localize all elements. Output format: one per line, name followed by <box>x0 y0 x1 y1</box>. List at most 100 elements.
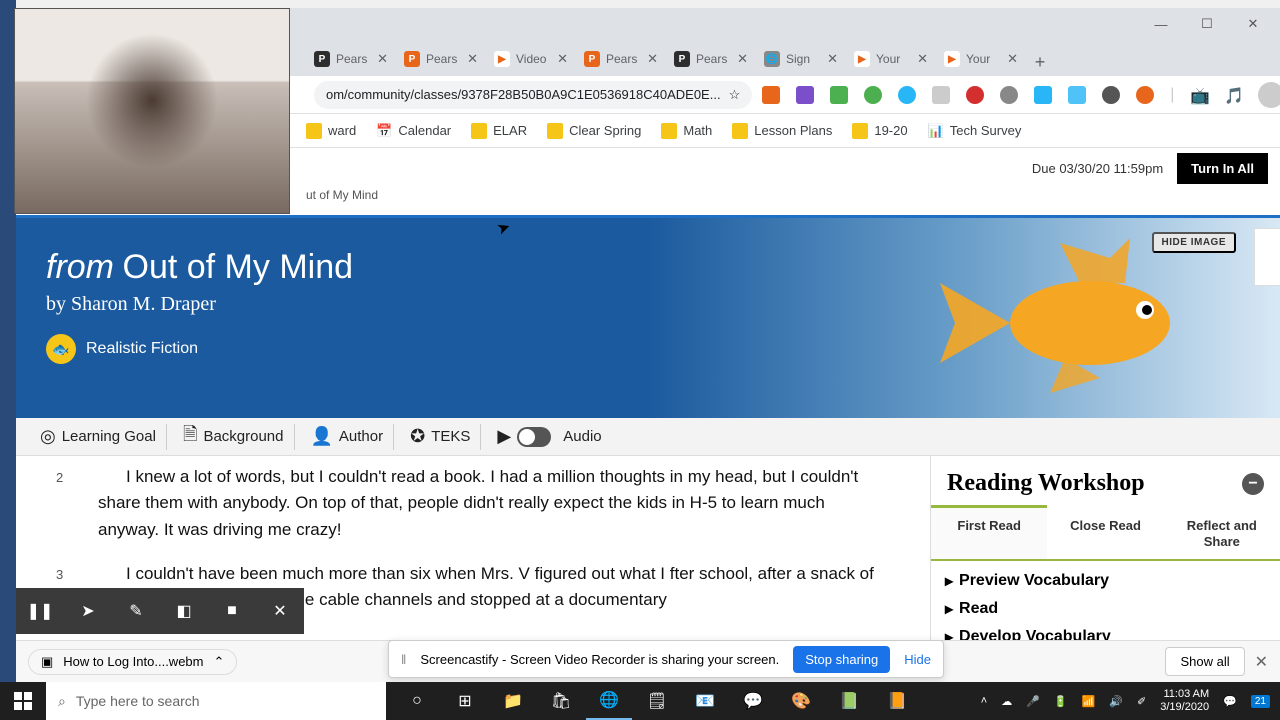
sticky-notes-icon[interactable]: 🗒 <box>634 682 680 720</box>
sidebar-list-item[interactable]: ▸Read <box>931 595 1280 623</box>
star-icon[interactable]: ☆ <box>729 87 741 103</box>
tab-close-icon[interactable]: ✕ <box>557 51 568 67</box>
bookmark-item[interactable]: 19-20 <box>852 123 907 139</box>
collapse-icon[interactable]: − <box>1242 473 1264 495</box>
browser-tab[interactable]: ▶Your✕ <box>846 42 936 76</box>
browser-tab[interactable]: ▶Video✕ <box>486 42 576 76</box>
stop-sharing-button[interactable]: Stop sharing <box>793 646 890 673</box>
action-center-icon[interactable]: 💬 <box>1223 695 1237 708</box>
tab-close-icon[interactable]: ✕ <box>467 51 478 67</box>
profile-avatar[interactable] <box>1258 82 1280 108</box>
onedrive-icon[interactable]: ☁ <box>1001 695 1012 708</box>
ext-icon[interactable] <box>966 86 984 104</box>
ext-icon[interactable] <box>1068 86 1086 104</box>
tab-close-icon[interactable]: ✕ <box>917 51 928 67</box>
sidebar-list-item[interactable]: ▸Preview Vocabulary <box>931 567 1280 595</box>
tab-label: Sign <box>786 52 810 66</box>
cortana-icon[interactable]: ○ <box>394 682 440 720</box>
share-pause-icon: ‖ <box>401 652 406 667</box>
turn-in-button[interactable]: Turn In All <box>1177 153 1268 184</box>
ext-icon[interactable] <box>1034 86 1052 104</box>
tab-close-icon[interactable]: ✕ <box>647 51 658 67</box>
window-maximize[interactable]: ☐ <box>1184 9 1230 39</box>
camera-icon[interactable]: ■ <box>208 588 256 634</box>
ext-icon[interactable] <box>1136 86 1154 104</box>
menu-button[interactable]: ☰ Menu <box>1254 228 1280 286</box>
eraser-icon[interactable]: ◧ <box>160 588 208 634</box>
powerpoint-icon[interactable]: 📙 <box>874 682 920 720</box>
battery-icon[interactable]: 🔋 <box>1054 695 1068 708</box>
cast-icon[interactable]: 📺 <box>1190 86 1208 104</box>
excel-icon[interactable]: 📗 <box>826 682 872 720</box>
toolbar-item[interactable]: ✪TEKS <box>400 424 481 450</box>
tab-close-icon[interactable]: ✕ <box>1007 51 1018 67</box>
toolbar-item[interactable]: ▶Audio <box>487 424 611 450</box>
tab-favicon: P <box>314 51 330 67</box>
toolbar-item[interactable]: ◎Learning Goal <box>30 424 167 450</box>
taskbar-search[interactable]: ⌕ Type here to search <box>46 682 386 720</box>
start-button[interactable] <box>0 682 46 720</box>
tray-chevron-icon[interactable]: ˄ <box>981 695 987 707</box>
outlook-icon[interactable]: 📧 <box>682 682 728 720</box>
chrome-icon[interactable]: 🌐 <box>586 682 632 720</box>
toolbar-item[interactable]: 🗎Background <box>173 424 295 450</box>
pen-icon[interactable]: ✎ <box>112 588 160 634</box>
tab-close-icon[interactable]: ✕ <box>827 51 838 67</box>
ext-icon[interactable] <box>830 86 848 104</box>
ext-icon[interactable] <box>932 86 950 104</box>
webcam-overlay[interactable] <box>14 8 290 214</box>
mic-icon[interactable]: 🎤 <box>1026 695 1040 708</box>
window-close[interactable]: ✕ <box>1230 9 1276 39</box>
ext-icon[interactable] <box>796 86 814 104</box>
explorer-icon[interactable]: 📁 <box>490 682 536 720</box>
hide-banner-button[interactable]: Hide <box>904 652 931 667</box>
close-icon[interactable]: ✕ <box>256 588 304 634</box>
new-tab-button[interactable]: + <box>1026 48 1054 76</box>
tab-close-icon[interactable]: ✕ <box>737 51 748 67</box>
bookmark-item[interactable]: ELAR <box>471 123 527 139</box>
browser-tab[interactable]: 🌐 Sign ✕ <box>756 42 846 76</box>
ext-icon[interactable] <box>898 86 916 104</box>
bookmark-item[interactable]: Math <box>661 123 712 139</box>
browser-tab[interactable]: PPears✕ <box>576 42 666 76</box>
paint-icon[interactable]: 🎨 <box>778 682 824 720</box>
bookmark-item[interactable]: Lesson Plans <box>732 123 832 139</box>
ext-icon[interactable] <box>1102 86 1120 104</box>
sidebar-tab[interactable]: First Read <box>931 505 1047 559</box>
sidebar-tab[interactable]: Reflect and Share <box>1164 505 1280 559</box>
skype-icon[interactable]: 💬 <box>730 682 776 720</box>
volume-icon[interactable]: 🔊 <box>1109 695 1123 708</box>
pause-icon[interactable]: ❚❚ <box>16 588 64 634</box>
ext-icon[interactable] <box>864 86 882 104</box>
browser-tab[interactable]: PPears✕ <box>396 42 486 76</box>
close-downloads-bar[interactable]: ✕ <box>1255 652 1268 672</box>
ext-icon[interactable] <box>1000 86 1018 104</box>
taskbar-clock[interactable]: 11:03 AM3/19/2020 <box>1160 688 1209 714</box>
store-icon[interactable]: 🛍 <box>538 682 584 720</box>
address-bar[interactable]: om/community/classes/9378F28B50B0A9C1E05… <box>314 81 752 109</box>
ext-icon[interactable] <box>762 86 780 104</box>
download-item[interactable]: ▣ How to Log Into....webm ⌃ <box>28 649 237 675</box>
browser-tab[interactable]: PPears✕ <box>666 42 756 76</box>
browser-tab[interactable]: PPears✕ <box>306 42 396 76</box>
pen-tray-icon[interactable]: ✐ <box>1137 695 1146 708</box>
bookmark-item[interactable]: 📊Tech Survey <box>928 123 1022 139</box>
tab-favicon: 🌐 <box>764 51 780 67</box>
extensions-area: | 📺 🎵 ⋮ <box>752 82 1280 108</box>
bookmark-item[interactable]: 📅Calendar <box>376 123 451 139</box>
wifi-icon[interactable]: 📶 <box>1082 695 1096 708</box>
bookmark-item[interactable]: Clear Spring <box>547 123 641 139</box>
sidebar-tab[interactable]: Close Read <box>1047 505 1163 559</box>
media-icon[interactable]: 🎵 <box>1224 86 1242 104</box>
toolbar-item[interactable]: 👤Author <box>301 424 395 450</box>
taskview-icon[interactable]: ⊞ <box>442 682 488 720</box>
browser-tab[interactable]: ▶Your✕ <box>936 42 1026 76</box>
toolbar-icon: 👤 <box>311 426 333 447</box>
bookmark-item[interactable]: ward <box>306 123 356 139</box>
window-minimize[interactable]: — <box>1138 9 1184 39</box>
tab-close-icon[interactable]: ✕ <box>377 51 388 67</box>
pointer-icon[interactable]: ➤ <box>64 588 112 634</box>
search-placeholder: Type here to search <box>76 693 200 709</box>
show-all-downloads[interactable]: Show all <box>1165 647 1244 676</box>
chevron-up-icon[interactable]: ⌃ <box>213 654 224 670</box>
